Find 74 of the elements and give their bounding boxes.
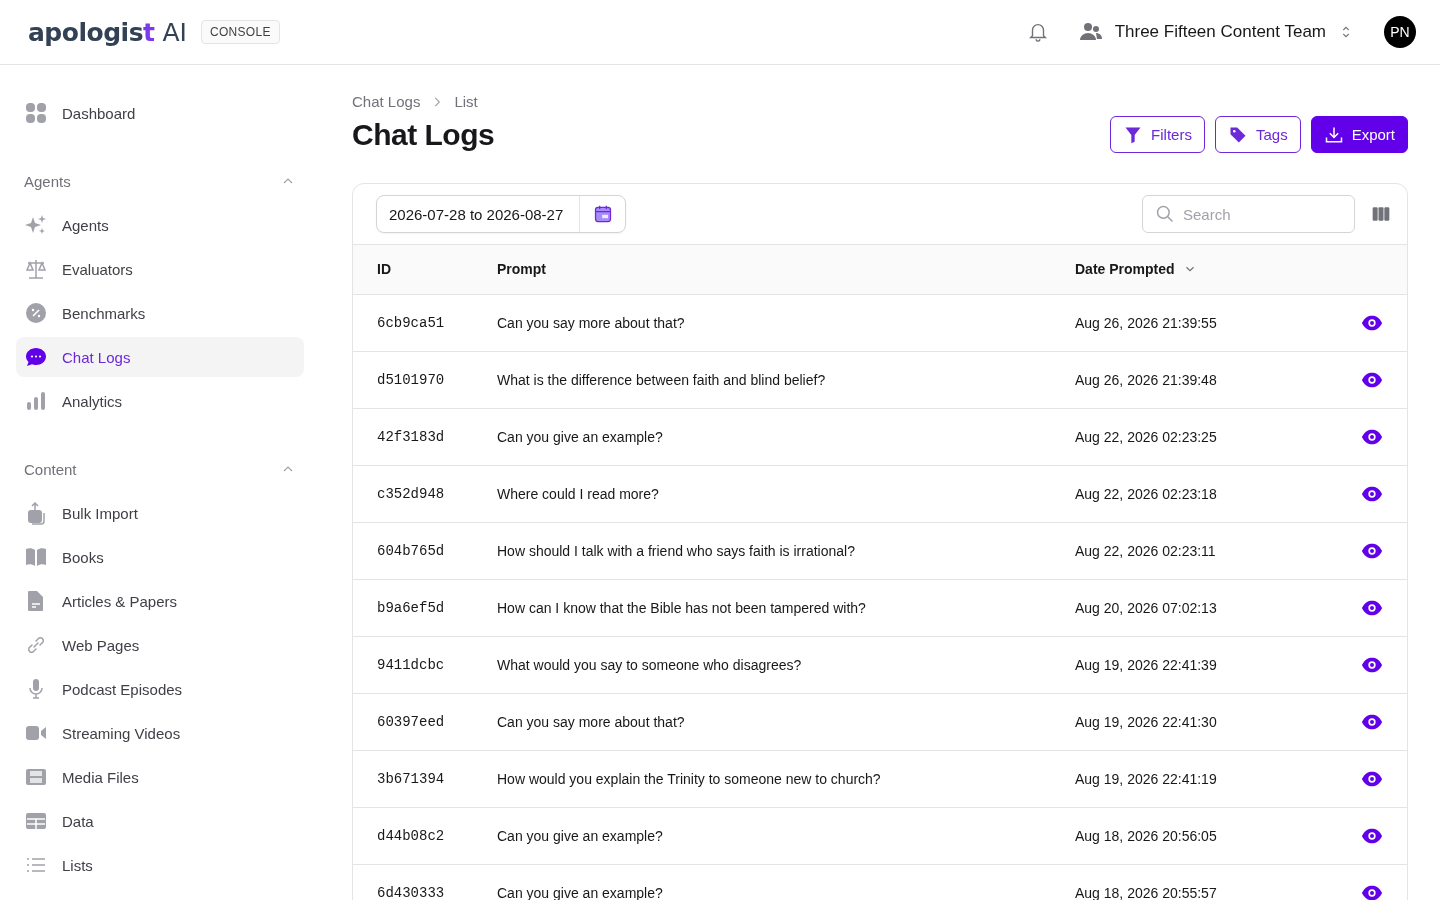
table-cell: Aug 22, 2026 02:23:25 [1075, 428, 1217, 445]
sidebar-item[interactable]: Bulk Import [16, 493, 304, 533]
action-button[interactable]: Filters [1110, 116, 1205, 153]
table-cell: 42f3183d [377, 429, 445, 445]
table-cell: Aug 18, 2026 20:55:57 [1075, 884, 1217, 900]
table-cell: 604b765d [377, 543, 445, 559]
table-cell: Aug 22, 2026 02:23:11 [1075, 542, 1216, 559]
grid-icon [24, 101, 48, 125]
table-cell: 6d430333 [377, 885, 445, 900]
chat-bubble-icon [24, 345, 48, 369]
table-cell: How would you explain the Trinity to someone new to church? [497, 770, 881, 787]
table-cell: Aug 19, 2026 22:41:30 [1075, 713, 1217, 730]
sidebar-item[interactable]: Lists [16, 845, 304, 885]
table-cell: What would you say to someone who disagrees? [497, 656, 802, 673]
table-cell: Can you say more about that? [497, 713, 685, 730]
user-avatar[interactable]: PN [1384, 16, 1416, 48]
table-cell: Aug 18, 2026 20:56:05 [1075, 827, 1217, 844]
column-header[interactable]: ID [353, 245, 496, 294]
team-switcher[interactable]: Three Fifteen Content Team [1074, 14, 1358, 50]
date-range-field[interactable]: 2026-07-28 to 2026-08-27 [376, 195, 627, 233]
table-cell: Can you give an example? [497, 827, 663, 844]
table-cell: d44b08c2 [377, 828, 445, 844]
table-cell: Aug 22, 2026 02:23:18 [1075, 485, 1217, 502]
book-icon [24, 545, 48, 569]
bar-chart-icon [24, 389, 48, 413]
table-cell: Aug 26, 2026 21:39:48 [1075, 371, 1217, 388]
table-cell: How can I know that the Bible has not been tampered with? [497, 599, 866, 616]
sidebar-item[interactable]: Books [16, 537, 304, 577]
sidebar-item[interactable]: Evaluators [16, 249, 304, 289]
sidebar-item[interactable]: Streaming Videos [16, 713, 304, 753]
table-cell: Can you say more about that? [497, 314, 685, 331]
table-cell: Aug 20, 2026 07:02:13 [1075, 599, 1217, 616]
columns-icon[interactable] [1371, 204, 1391, 224]
sidebar-item[interactable]: Agents [16, 205, 304, 245]
table-cell: Can you give an example? [497, 428, 663, 445]
table-cell: 6cb9ca51 [377, 315, 445, 331]
sidebar-item[interactable]: Podcast Episodes [16, 669, 304, 709]
sidebar-item[interactable]: Web Pages [16, 625, 304, 665]
table-cell: c352d948 [377, 486, 445, 502]
search-field[interactable]: Search [1142, 195, 1355, 233]
table-cell: 3b671394 [377, 771, 445, 787]
sidebar-item[interactable]: Chat Logs [16, 337, 304, 377]
logo: apologist [28, 17, 155, 47]
calendar-icon[interactable] [592, 204, 613, 224]
action-button[interactable]: Tags [1214, 116, 1301, 153]
sidebar-section-header[interactable]: Content [16, 449, 304, 489]
sidebar-item[interactable]: Articles & Papers [16, 581, 304, 621]
breadcrumb-link[interactable]: List [454, 93, 478, 110]
logo-suffix: AI [162, 17, 187, 47]
table-cell: 9411dcbc [377, 657, 445, 673]
sidebar-item[interactable]: Dashboard [16, 93, 304, 133]
table-cell: 60397eed [377, 714, 445, 730]
table-cell: Aug 19, 2026 22:41:19 [1075, 770, 1217, 787]
percent-badge-icon [24, 301, 48, 325]
table-cell: Where could I read more? [497, 485, 659, 502]
table-cell: Aug 19, 2026 22:41:39 [1075, 656, 1217, 673]
breadcrumb-link[interactable]: Chat Logs [352, 93, 421, 110]
scale-icon [24, 257, 48, 281]
action-button[interactable]: Export [1310, 116, 1408, 153]
table-cell: What is the difference between faith and blind belief? [497, 371, 826, 388]
table-cell: d5101970 [377, 372, 445, 388]
sidebar-item[interactable]: Media Files [16, 757, 304, 797]
table-cell: How should I talk with a friend who says faith is irrational? [497, 542, 855, 559]
table-cell: Can you give an example? [497, 884, 663, 900]
console-badge: CONSOLE [200, 20, 280, 44]
table-cell: Aug 26, 2026 21:39:55 [1075, 314, 1217, 331]
page-title: Chat Logs [352, 117, 495, 152]
sidebar-section-header[interactable]: Agents [16, 161, 304, 201]
sidebar-item[interactable]: Benchmarks [16, 293, 304, 333]
sidebar-item[interactable]: Data [16, 801, 304, 841]
sidebar-item[interactable]: Analytics [16, 381, 304, 421]
column-header[interactable]: Date Prompted [1074, 245, 1329, 294]
column-header[interactable]: Prompt [496, 245, 1074, 294]
table-cell: b9a6ef5d [377, 600, 445, 616]
